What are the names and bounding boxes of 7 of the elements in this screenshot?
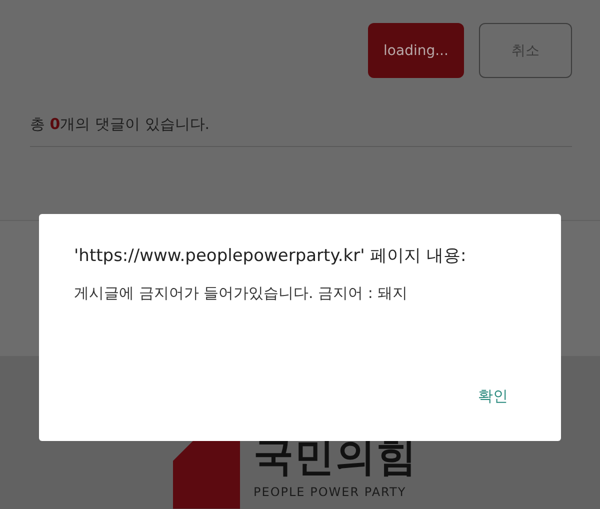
loading-button[interactable]: loading... [368,23,464,78]
logo-tagline: PEOPLE POWER PARTY [254,485,408,499]
confirm-button[interactable]: 확인 [474,385,512,408]
dialog-message: 게시글에 금지어가 들어가있습니다. 금지어 : 돼지 [74,284,409,303]
logo-wordmark: 국민의힘 [254,433,418,481]
dialog-title: 'https://www.peoplepowerparty.kr' 페이지 내용: [74,245,468,267]
comment-count-text: 총 0개의 댓글이 있습니다. [30,115,211,134]
